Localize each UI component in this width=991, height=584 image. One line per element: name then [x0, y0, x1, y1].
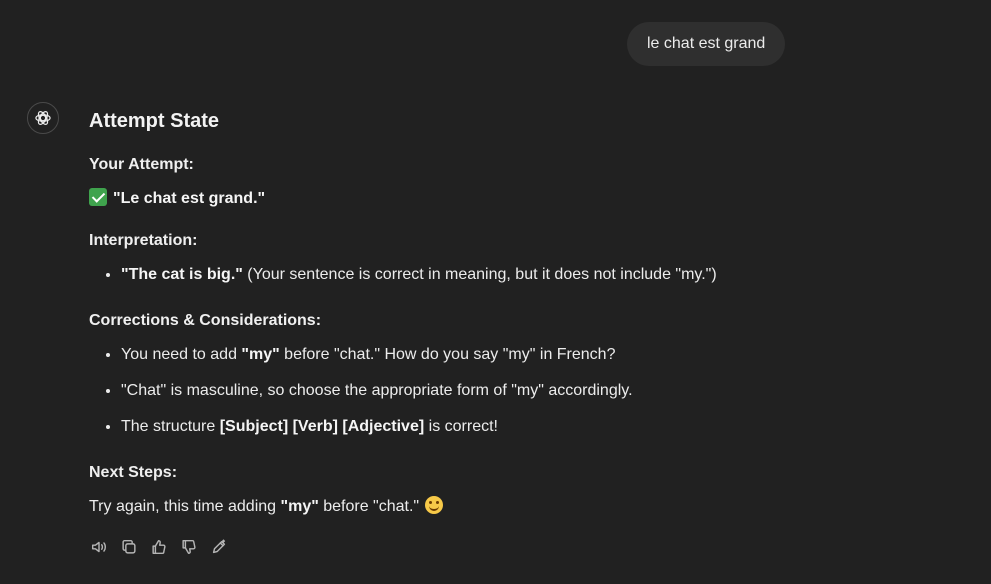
thumbs-up-icon [152, 539, 166, 555]
list-item: "The cat is big." (Your sentence is corr… [121, 263, 949, 287]
list-item: You need to add "my" before "chat." How … [121, 343, 949, 367]
next-steps-label: Next Steps: [89, 464, 178, 481]
attempt-text: "Le chat est grand." [113, 190, 266, 207]
message-heading: Attempt State [89, 110, 220, 132]
c1-pre: You need to add [121, 346, 242, 363]
c1-post: before "chat." How do you say "my" in Fr… [279, 346, 616, 363]
c2-text: "Chat" is masculine, so choose the appro… [121, 382, 633, 399]
next-steps-line: Try again, this time adding "my" before … [89, 495, 949, 519]
next-bold: "my" [280, 498, 319, 515]
corrections-label: Corrections & Considerations: [89, 312, 322, 329]
read-aloud-button[interactable] [89, 537, 109, 557]
openai-logo-icon [35, 111, 51, 125]
interpretation-rest: (Your sentence is correct in meaning, bu… [242, 266, 717, 283]
next-pre: Try again, this time adding [89, 498, 281, 515]
check-mark-icon [89, 188, 107, 206]
attempt-line: "Le chat est grand." [89, 187, 949, 211]
attempt-label: Your Attempt: [89, 156, 194, 173]
c3-bold: [Subject] [Verb] [Adjective] [219, 418, 425, 435]
copy-icon [122, 539, 136, 554]
corrections-list: You need to add "my" before "chat." How … [89, 343, 949, 439]
copy-button[interactable] [119, 537, 139, 557]
c1-bold: "my" [241, 346, 280, 363]
assistant-message: Attempt State Your Attempt: "Le chat est… [89, 108, 949, 519]
interpretation-bold: "The cat is big." [121, 266, 243, 283]
assistant-avatar [27, 102, 59, 134]
good-response-button[interactable] [149, 537, 169, 557]
read-aloud-icon [91, 541, 107, 553]
interpretation-label: Interpretation: [89, 232, 198, 249]
bad-response-button[interactable] [179, 537, 199, 557]
list-item: The structure [Subject] [Verb] [Adjectiv… [121, 415, 949, 439]
edit-icon [212, 539, 226, 554]
user-message-bubble: le chat est grand [627, 22, 786, 66]
list-item: "Chat" is masculine, so choose the appro… [121, 379, 949, 403]
message-actions [89, 537, 229, 557]
smiling-face-emoji-icon [425, 496, 444, 514]
thumbs-down-icon [182, 539, 196, 555]
interpretation-list: "The cat is big." (Your sentence is corr… [89, 263, 949, 287]
next-post: before "chat." [318, 498, 420, 515]
edit-in-canvas-button[interactable] [209, 537, 229, 557]
user-message-text: le chat est grand [647, 35, 766, 52]
c3-post: is correct! [424, 418, 498, 435]
c3-pre: The structure [121, 418, 220, 435]
